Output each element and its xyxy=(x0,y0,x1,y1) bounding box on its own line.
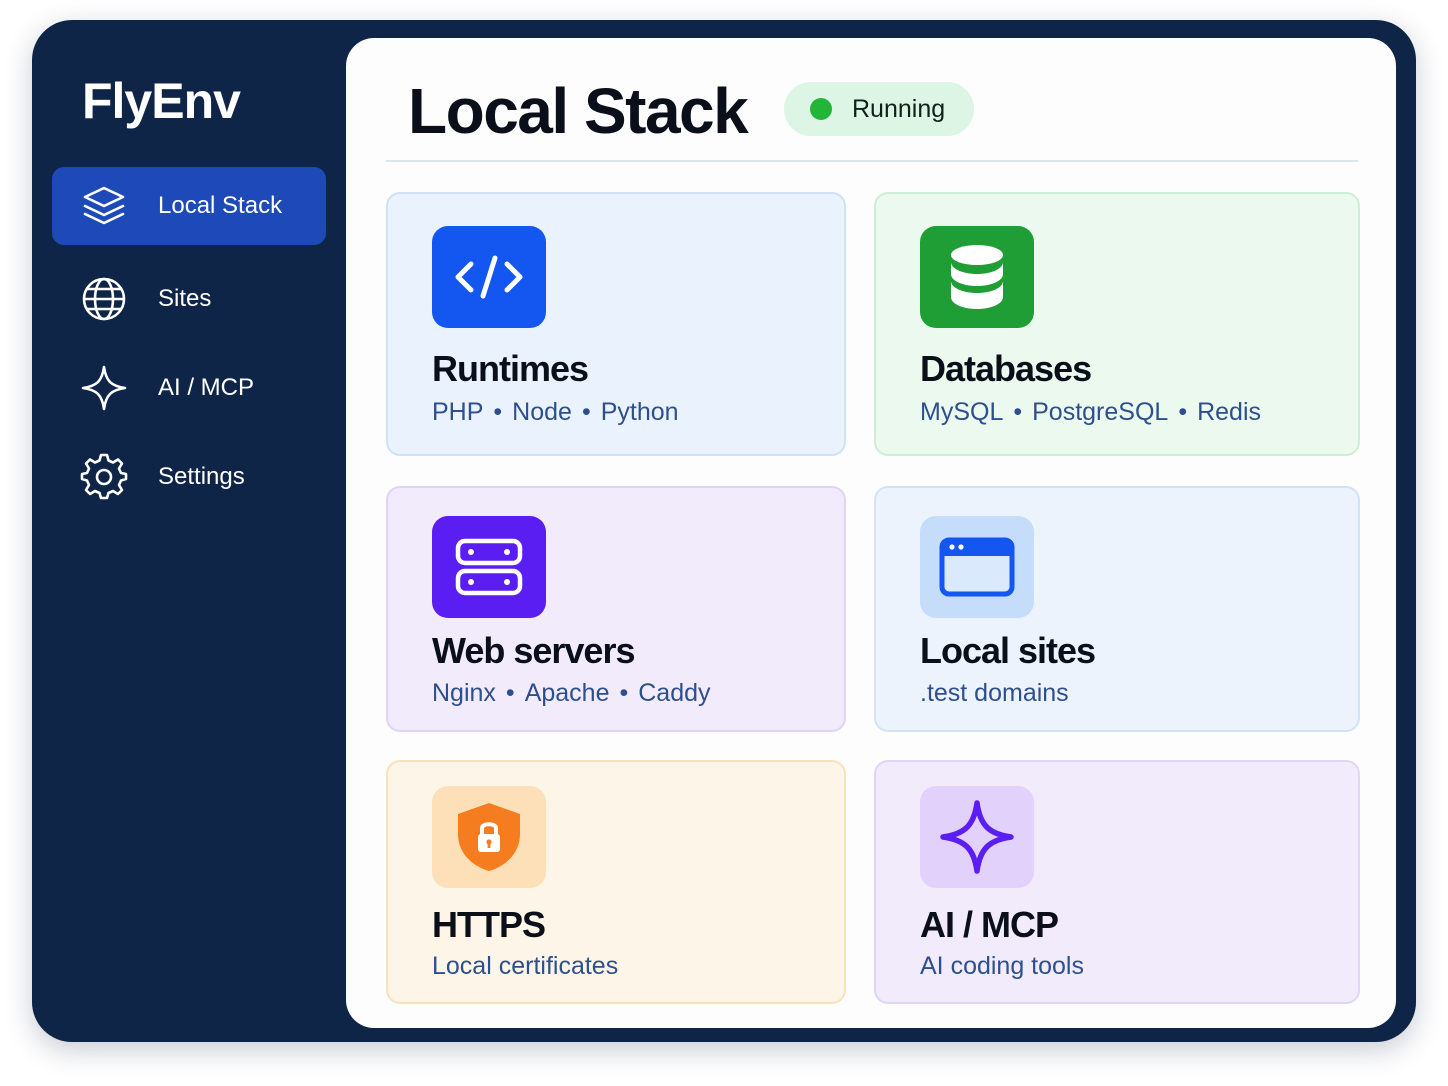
globe-icon xyxy=(82,277,126,321)
card-title: Databases xyxy=(920,348,1092,389)
card-subtitle: AI coding tools xyxy=(920,952,1084,980)
status-label: Running xyxy=(852,95,946,123)
sidebar-item-label: AI / MCP xyxy=(158,374,255,401)
card-icon xyxy=(920,786,1034,888)
sidebar-item-label: Settings xyxy=(158,463,245,490)
tag: Python xyxy=(600,398,679,426)
server-icon xyxy=(455,538,523,596)
card-icon xyxy=(432,226,546,328)
card-tags: Nginx • Apache • Caddy xyxy=(432,679,711,708)
shield-lock-icon xyxy=(458,803,520,871)
sidebar-item-sites[interactable]: Sites xyxy=(52,260,326,338)
card-web-servers[interactable]: Web servers Nginx • Apache • Caddy xyxy=(386,486,846,732)
layers-icon xyxy=(83,186,125,225)
card-tags: MySQL • PostgreSQL • Redis xyxy=(920,398,1261,427)
database-icon xyxy=(951,245,1003,309)
card-tags: PHP • Node • Python xyxy=(432,398,679,427)
browser-window-icon xyxy=(939,537,1015,597)
card-icon xyxy=(432,786,546,888)
separator-dot-icon: • xyxy=(1178,398,1188,426)
gear-icon xyxy=(80,453,128,500)
separator-dot-icon: • xyxy=(619,679,629,707)
card-title: AI / MCP xyxy=(920,904,1059,945)
code-icon xyxy=(455,255,523,299)
sidebar-item-settings[interactable]: Settings xyxy=(52,438,326,516)
card-title: Local sites xyxy=(920,630,1096,671)
sparkle-icon xyxy=(81,365,127,411)
sidebar-item-ai-mcp[interactable]: AI / MCP xyxy=(52,349,326,427)
tag: MySQL xyxy=(920,398,1004,426)
card-runtimes[interactable]: Runtimes PHP • Node • Python xyxy=(386,192,846,456)
separator-dot-icon: • xyxy=(505,679,515,707)
card-local-sites[interactable]: Local sites .test domains xyxy=(874,486,1360,732)
card-title: HTTPS xyxy=(432,904,546,945)
tag: Nginx xyxy=(432,679,496,707)
sidebar-item-local-stack[interactable]: Local Stack xyxy=(52,167,326,245)
main-panel: Local Stack Running Runtimes PHP • Node • Py… xyxy=(346,38,1396,1028)
card-ai-mcp[interactable]: AI / MCP AI coding tools xyxy=(874,760,1360,1004)
header-divider xyxy=(386,160,1358,162)
sidebar-item-label: Sites xyxy=(158,285,212,312)
card-icon xyxy=(920,226,1034,328)
card-icon xyxy=(432,516,546,618)
card-icon xyxy=(920,516,1034,618)
card-https[interactable]: HTTPS Local certificates xyxy=(386,760,846,1004)
separator-dot-icon: • xyxy=(493,398,503,426)
app-window: FlyEnv Local Stack Sites AI / MCP Settin… xyxy=(32,20,1416,1042)
page-title: Local Stack xyxy=(408,75,749,147)
card-title: Runtimes xyxy=(432,348,589,389)
separator-dot-icon: • xyxy=(1013,398,1023,426)
card-subtitle: .test domains xyxy=(920,679,1069,707)
sidebar-item-label: Local Stack xyxy=(158,192,283,219)
tag: PHP xyxy=(432,398,484,426)
tag: Redis xyxy=(1197,398,1261,426)
app-logo: FlyEnv xyxy=(82,73,241,129)
separator-dot-icon: • xyxy=(581,398,591,426)
sparkle-icon xyxy=(940,800,1014,874)
tag: Apache xyxy=(524,679,610,707)
tag: Node xyxy=(512,398,572,426)
status-badge: Running xyxy=(784,82,974,136)
card-title: Web servers xyxy=(432,630,635,671)
tag: PostgreSQL xyxy=(1032,398,1169,426)
status-dot-icon xyxy=(810,98,832,120)
tag: Caddy xyxy=(638,679,711,707)
card-databases[interactable]: Databases MySQL • PostgreSQL • Redis xyxy=(874,192,1360,456)
card-subtitle: Local certificates xyxy=(432,952,619,980)
